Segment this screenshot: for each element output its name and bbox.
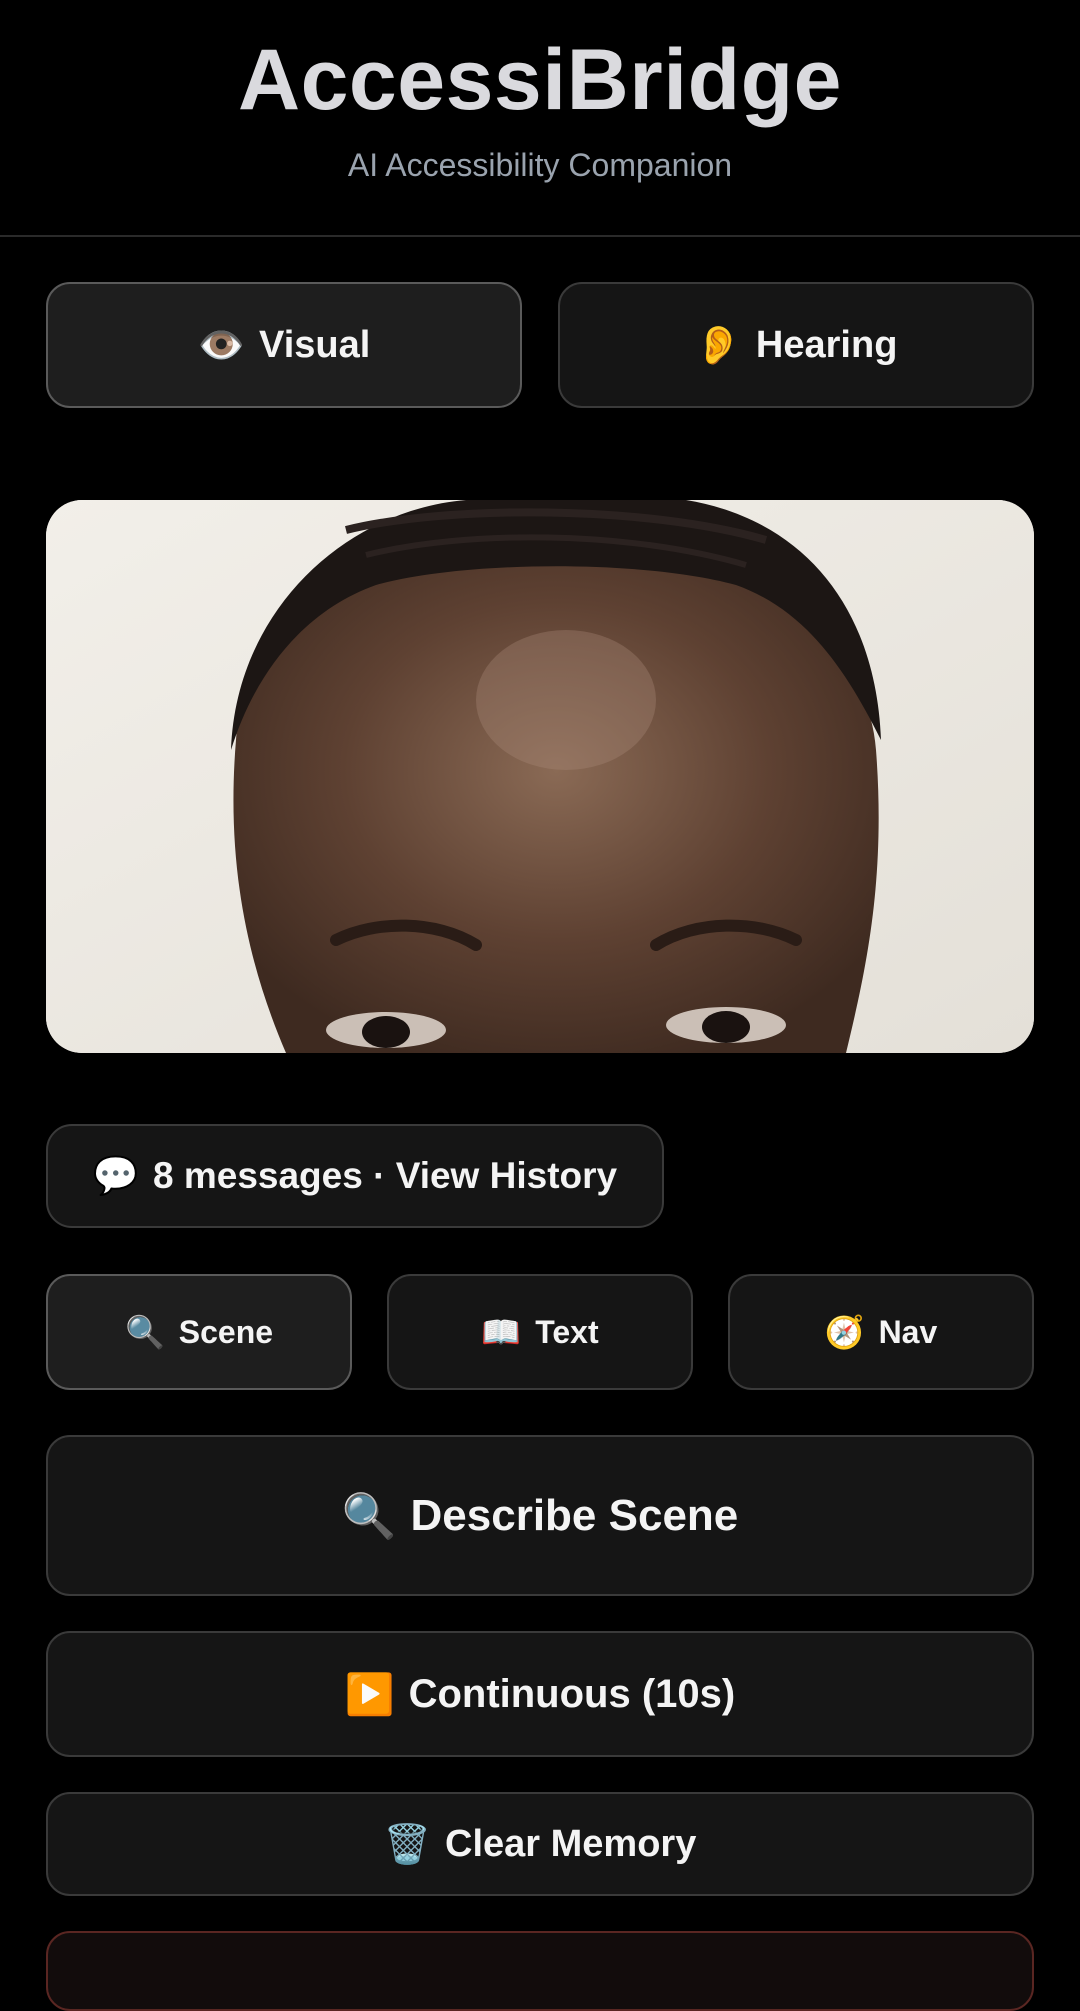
clear-memory-button[interactable]: 🗑️ Clear Memory — [46, 1792, 1034, 1896]
view-history-button[interactable]: 💬 8 messages · View History — [46, 1124, 664, 1228]
compass-icon: 🧭 — [824, 1313, 865, 1351]
tab-text-label: Text — [535, 1313, 599, 1350]
hearing-mode-label: Hearing — [755, 323, 898, 366]
ear-icon: 👂 — [694, 322, 742, 367]
describe-scene-button[interactable]: 🔍 Describe Scene — [46, 1435, 1034, 1596]
camera-feed-image — [46, 500, 1034, 1053]
app-header: AccessiBridge AI Accessibility Companion — [0, 0, 1080, 237]
continuous-button[interactable]: ▶️ Continuous (10s) — [46, 1631, 1034, 1757]
play-icon: ▶️ — [344, 1671, 395, 1718]
partially-visible-button[interactable] — [46, 1931, 1034, 2011]
camera-preview — [46, 500, 1034, 1053]
eye-icon: 👁️ — [197, 322, 246, 367]
tab-scene[interactable]: 🔍 Scene — [46, 1274, 352, 1390]
magnifier-icon: 🔍 — [124, 1313, 165, 1351]
tab-nav-label: Nav — [878, 1313, 938, 1350]
describe-scene-label: Describe Scene — [410, 1490, 739, 1540]
trash-icon: 🗑️ — [383, 1821, 431, 1866]
hearing-mode-button[interactable]: 👂 Hearing — [558, 282, 1034, 408]
app-title: AccessiBridge — [237, 32, 842, 128]
continuous-label: Continuous (10s) — [408, 1671, 736, 1716]
magnifier-icon: 🔍 — [341, 1490, 397, 1542]
tab-nav[interactable]: 🧭 Nav — [728, 1274, 1034, 1390]
history-label: 8 messages · View History — [152, 1155, 618, 1196]
tab-text[interactable]: 📖 Text — [387, 1274, 693, 1390]
clear-memory-label: Clear Memory — [445, 1822, 697, 1865]
tab-scene-label: Scene — [178, 1313, 274, 1350]
app-subtitle: AI Accessibility Companion — [347, 147, 733, 183]
visual-mode-label: Visual — [259, 323, 371, 366]
visual-mode-button[interactable]: 👁️ Visual — [46, 282, 522, 408]
speech-bubble-icon: 💬 — [92, 1154, 139, 1197]
book-icon: 📖 — [481, 1313, 522, 1351]
